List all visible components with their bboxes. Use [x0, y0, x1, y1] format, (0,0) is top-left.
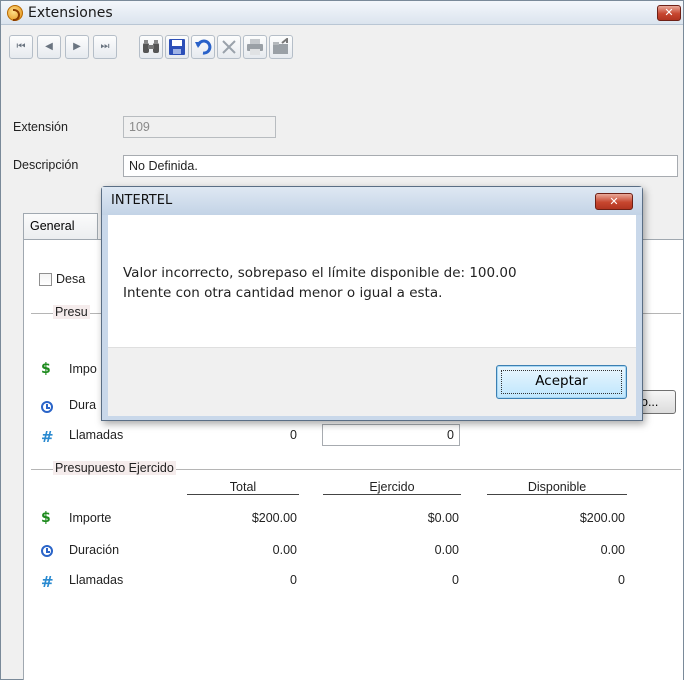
calls-label: Llamadas — [69, 428, 124, 442]
row-value: $0.00 — [427, 511, 459, 525]
column-total: Total — [187, 480, 299, 495]
open-folder-icon — [273, 36, 288, 54]
delete-button[interactable] — [217, 35, 241, 59]
skip-first-icon: ⏮ — [16, 41, 26, 52]
window-title: Extensiones — [28, 5, 113, 21]
binoculars-icon — [143, 40, 159, 53]
window-close-button[interactable]: ✕ — [657, 5, 681, 21]
row-value: 0.00 — [600, 543, 625, 557]
row-value: 0 — [452, 573, 459, 587]
row-value: 0 — [618, 573, 625, 587]
row-label: Duración — [69, 543, 120, 557]
tab-general[interactable]: General — [23, 213, 98, 239]
hash-icon: # — [41, 573, 54, 591]
skip-last-icon: ⏭ — [100, 41, 110, 52]
calls-value: 0 — [290, 428, 297, 442]
focus-ring — [501, 370, 622, 394]
row-value: 0.00 — [272, 543, 297, 557]
floppy-disk-icon — [169, 39, 185, 55]
accept-button[interactable]: Aceptar — [496, 365, 627, 399]
dialog-body: Valor incorrecto, sobrepaso el límite di… — [108, 215, 636, 416]
undo-icon — [195, 39, 212, 55]
dialog-message: Valor incorrecto, sobrepaso el límite di… — [123, 263, 517, 303]
print-button[interactable] — [243, 35, 267, 59]
last-record-button[interactable]: ⏭ — [93, 35, 117, 59]
row-value: $200.00 — [251, 511, 297, 525]
duration-label: Dura — [69, 398, 97, 412]
hash-icon: # — [41, 428, 54, 446]
column-exercised: Ejercido — [323, 480, 461, 495]
alert-dialog: INTERTEL ✕ Valor incorrecto, sobrepaso e… — [101, 186, 643, 421]
undo-button[interactable] — [191, 35, 215, 59]
row-label: Llamadas — [69, 573, 124, 587]
row-value: 0 — [290, 573, 297, 587]
title-bar[interactable]: Extensiones ✕ — [1, 1, 683, 25]
delete-x-icon — [222, 40, 236, 54]
calls-budget-input[interactable]: 0 — [322, 424, 460, 446]
export-button[interactable] — [269, 35, 293, 59]
row-label: Importe — [69, 511, 112, 525]
amount-label: Impo — [69, 362, 97, 376]
save-button[interactable] — [165, 35, 189, 59]
previous-record-button[interactable]: ◀ — [37, 35, 61, 59]
extension-label: Extensión — [13, 120, 68, 134]
description-field[interactable]: No Definida. — [123, 155, 678, 177]
executed-group-title: Presupuesto Ejercido — [53, 461, 176, 475]
dialog-title: INTERTEL — [111, 193, 173, 208]
extension-field: 109 — [123, 116, 276, 138]
budget-group-title: Presu — [53, 305, 90, 319]
disable-checkbox[interactable] — [39, 273, 52, 286]
next-icon: ▶ — [73, 41, 81, 52]
dialog-message-line-1: Valor incorrecto, sobrepaso el límite di… — [123, 265, 517, 281]
next-record-button[interactable]: ▶ — [65, 35, 89, 59]
clock-icon — [41, 545, 53, 557]
dialog-message-line-2: Intente con otra cantidad menor o igual … — [123, 285, 443, 301]
app-logo-icon — [7, 5, 23, 21]
description-label: Descripción — [13, 158, 79, 172]
dollar-icon: $ — [41, 361, 51, 377]
dialog-close-button[interactable]: ✕ — [595, 193, 633, 210]
clock-icon — [41, 401, 53, 413]
browse-button[interactable]: o... — [638, 390, 676, 414]
row-value: $200.00 — [579, 511, 625, 525]
row-value: 0.00 — [434, 543, 459, 557]
previous-icon: ◀ — [45, 41, 53, 52]
first-record-button[interactable]: ⏮ — [9, 35, 33, 59]
disable-checkbox-label: Desa — [56, 272, 86, 286]
dialog-title-bar[interactable]: INTERTEL ✕ — [102, 187, 642, 215]
printer-icon — [247, 39, 263, 55]
dialog-footer: Aceptar — [108, 347, 636, 416]
column-available: Disponible — [487, 480, 627, 495]
dollar-icon: $ — [41, 510, 51, 526]
search-button[interactable] — [139, 35, 163, 59]
